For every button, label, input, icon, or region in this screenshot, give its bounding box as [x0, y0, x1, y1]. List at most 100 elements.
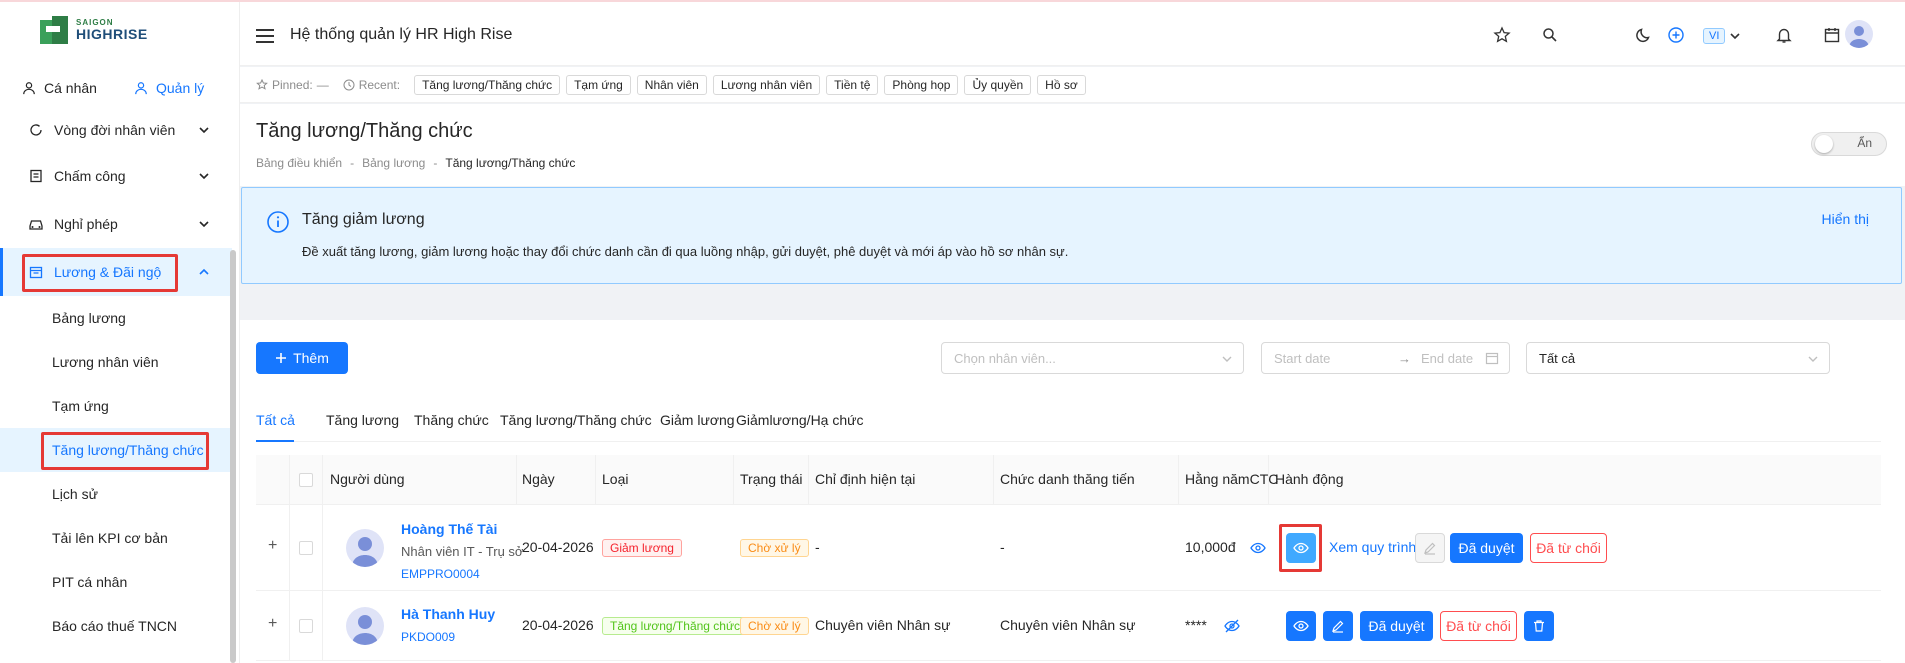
sidebar-subitem-tax-report[interactable]: Báo cáo thuế TNCN: [0, 604, 232, 648]
tab-promotion[interactable]: Thăng chức: [414, 412, 489, 428]
eye-off-icon[interactable]: [1224, 618, 1240, 634]
language-badge: VI: [1703, 28, 1726, 44]
status-select[interactable]: Tất cả: [1526, 342, 1830, 374]
view-button[interactable]: [1286, 533, 1316, 563]
sidebar-subitem-history[interactable]: Lịch sử: [0, 472, 232, 516]
view-button[interactable]: [1286, 611, 1316, 641]
row-checkbox[interactable]: [299, 619, 313, 633]
sidebar-subitem-employee-salary[interactable]: Lương nhân viên: [0, 340, 232, 384]
sidebar-subitem-kpi-upload[interactable]: Tải lên KPI cơ bản: [0, 516, 232, 560]
sidebar-subitem-advance[interactable]: Tạm ứng: [0, 384, 232, 428]
hide-toggle[interactable]: Ẩn: [1811, 132, 1887, 156]
delete-button[interactable]: [1524, 611, 1554, 641]
recent-chip[interactable]: Phòng họp: [884, 74, 959, 95]
sidebar-scrollbar[interactable]: [230, 250, 236, 663]
moon-icon[interactable]: [1635, 26, 1653, 44]
status-select-value: Tất cả: [1539, 350, 1576, 366]
sidebar-subitem-raise-promotion[interactable]: Tăng lương/Thăng chức: [0, 428, 232, 472]
eye-icon[interactable]: [1250, 540, 1266, 556]
alert-title: Tăng giảm lương: [302, 211, 425, 228]
promotion-title: Chuyên viên Nhân sự: [1000, 617, 1136, 633]
user-name-link[interactable]: Hoàng Thế Tài: [401, 521, 497, 537]
date-range-picker[interactable]: Start date → End date: [1261, 342, 1510, 374]
tab-manage[interactable]: Quản lý: [120, 72, 204, 104]
table-header: Người dùng Ngày Loại Trạng thái Chỉ định…: [256, 455, 1881, 505]
recent-chip[interactable]: Lương nhân viên: [712, 74, 821, 95]
pencil-icon: [1332, 620, 1344, 633]
clipboard-icon: [28, 168, 44, 184]
sidebar-item-salary-benefits[interactable]: Lương & Đãi ngộ: [0, 248, 232, 296]
user-code[interactable]: EMPPRO0004: [401, 567, 480, 581]
language-select[interactable]: VI: [1703, 28, 1741, 44]
sidebar-item-label: Nghỉ phép: [54, 216, 118, 232]
reject-button[interactable]: Đã từ chối: [1530, 533, 1607, 563]
col-type: Loại: [602, 471, 629, 487]
edit-button[interactable]: [1415, 533, 1445, 563]
view-flow-link[interactable]: Xem quy trình: [1329, 539, 1416, 555]
breadcrumb: Bảng điều khiển - Bảng lương - Tăng lươn…: [256, 156, 575, 170]
recent-chip[interactable]: Tiền tệ: [826, 74, 879, 95]
toggle-label: Ẩn: [1857, 136, 1872, 150]
recent-chip[interactable]: Nhân viên: [636, 74, 707, 95]
bell-icon[interactable]: [1775, 26, 1793, 44]
sidebar-menu: Vòng đời nhân viên Chấm công Nghỉ phép L…: [0, 108, 232, 648]
alert-show-link[interactable]: Hiển thị: [1822, 211, 1869, 227]
brand-logo[interactable]: SAIGON HIGHRISE: [38, 16, 148, 44]
breadcrumb-payroll[interactable]: Bảng lương: [362, 156, 425, 170]
type-tag: Giảm lương: [602, 539, 682, 557]
user-icon: [23, 82, 35, 95]
row-checkbox[interactable]: [299, 541, 313, 555]
chevron-down-icon: [1730, 33, 1740, 40]
start-date-input[interactable]: Start date: [1274, 351, 1330, 366]
page-title: Tăng lương/Thăng chức: [256, 120, 473, 142]
sidebar-item-leave[interactable]: Nghỉ phép: [0, 200, 232, 248]
end-date-input[interactable]: End date: [1421, 351, 1473, 366]
sidebar-item-label: Lương & Đãi ngộ: [54, 264, 162, 280]
menu-toggle-icon[interactable]: [256, 29, 274, 43]
add-circle-icon[interactable]: [1667, 26, 1685, 44]
recent-chip[interactable]: Tăng lương/Thăng chức: [414, 74, 561, 95]
edit-button[interactable]: [1323, 611, 1353, 641]
tab-personal-label: Cá nhân: [44, 80, 97, 96]
recent-chip[interactable]: Hồ sơ: [1037, 74, 1086, 95]
tab-decrease-demotion[interactable]: Giảmlương/Hạ chức: [736, 412, 864, 428]
tab-personal[interactable]: Cá nhân: [0, 72, 120, 104]
recent-chip[interactable]: Tạm ứng: [566, 74, 631, 95]
add-button[interactable]: Thêm: [256, 342, 348, 374]
avatar: [346, 607, 384, 645]
user-code[interactable]: PKDO009: [401, 630, 455, 644]
tab-all[interactable]: Tất cả: [256, 412, 295, 428]
sidebar-item-employee-lifecycle[interactable]: Vòng đời nhân viên: [0, 108, 232, 152]
sidebar-subitem-pit[interactable]: PIT cá nhân: [0, 560, 232, 604]
sidebar-subitem-payroll[interactable]: Bảng lương: [0, 296, 232, 340]
reject-button[interactable]: Đã từ chối: [1440, 611, 1517, 641]
sidebar-item-timekeeping[interactable]: Chấm công: [0, 152, 232, 200]
person-icon: [352, 615, 378, 645]
pencil-icon: [1424, 542, 1436, 555]
pinned-text: Pinned:: [272, 77, 313, 92]
user-avatar[interactable]: [1845, 20, 1873, 48]
user-name-link[interactable]: Hà Thanh Huy: [401, 606, 495, 622]
tab-raise-promotion[interactable]: Tăng lương/Thăng chức: [500, 412, 652, 428]
recent-chip[interactable]: Ủy quyền: [964, 74, 1032, 95]
active-tab-indicator: [256, 440, 294, 442]
tab-decrease[interactable]: Giảm lương: [660, 412, 735, 428]
search-icon[interactable]: [1541, 26, 1559, 44]
app-title: Hệ thống quản lý HR High Rise: [290, 26, 513, 43]
sidebar-item-label: Vòng đời nhân viên: [54, 122, 176, 138]
breadcrumb-dashboard[interactable]: Bảng điều khiển: [256, 156, 342, 170]
current-assignment: -: [815, 539, 820, 555]
user-position: Nhân viên IT - Trụ sở: [401, 544, 524, 559]
star-icon[interactable]: [1493, 26, 1511, 44]
calendar-icon[interactable]: [1823, 26, 1841, 44]
expand-row-button[interactable]: +: [268, 615, 277, 633]
table-row: + Hà Thanh Huy PKDO009 20-04-2026 Tăng l…: [256, 591, 1881, 661]
row-date: 20-04-2026: [522, 617, 594, 633]
tab-raise[interactable]: Tăng lương: [326, 412, 399, 428]
select-all-checkbox[interactable]: [299, 473, 313, 487]
main-content: Thêm Chọn nhân viên... Start date → End …: [240, 320, 1905, 663]
approve-button[interactable]: Đã duyệt: [1450, 533, 1523, 563]
expand-row-button[interactable]: +: [268, 537, 277, 555]
approve-button[interactable]: Đã duyệt: [1360, 611, 1433, 641]
employee-select[interactable]: Chọn nhân viên...: [941, 342, 1244, 374]
